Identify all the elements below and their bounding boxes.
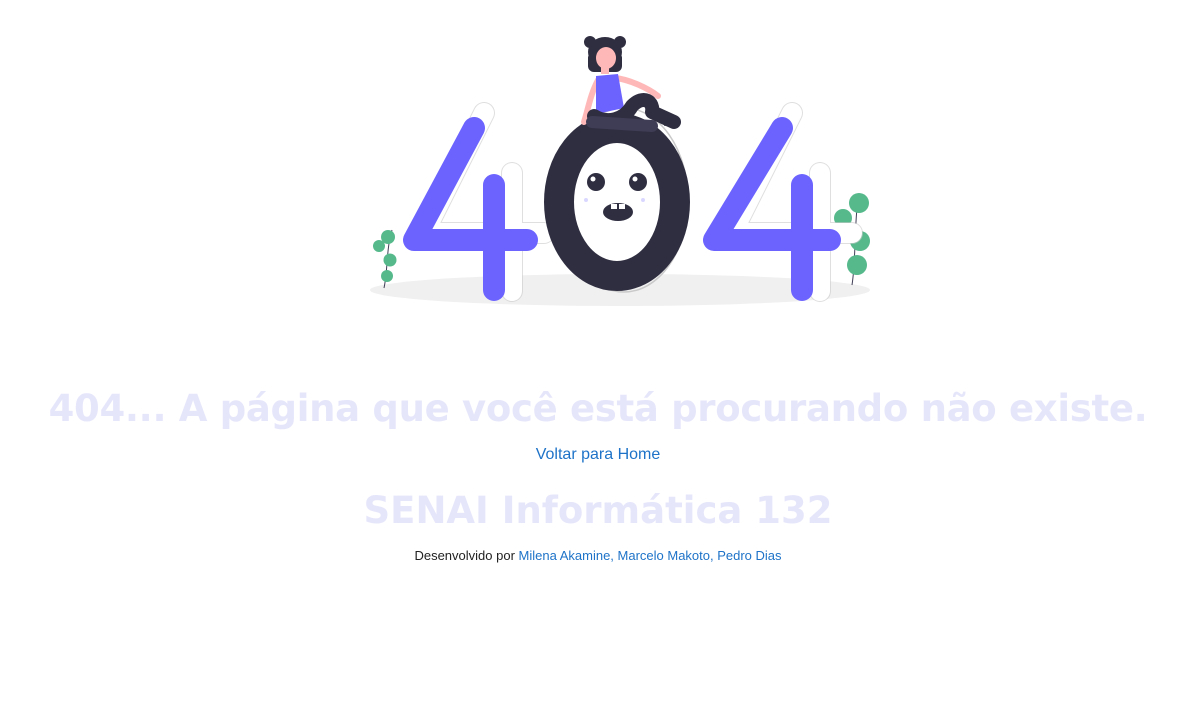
credits-prefix: Desenvolvido por — [414, 548, 515, 563]
home-link-container: Voltar para Home — [0, 445, 1196, 465]
left-plant-icon — [373, 229, 397, 289]
brand-title: SENAI Informática 132 — [363, 489, 833, 532]
page-title: 404... A página que você está procurando… — [48, 387, 1148, 430]
404-illustration — [370, 36, 870, 306]
credits: Desenvolvido por Milena Akamine, Marcelo… — [0, 548, 1196, 564]
back-to-home-link[interactable]: Voltar para Home — [536, 446, 661, 463]
not-found-page: 404... A página que você está procurando… — [0, 0, 1196, 703]
authors-link[interactable]: Milena Akamine, Marcelo Makoto, Pedro Di… — [519, 548, 782, 563]
digit-four-right — [703, 117, 841, 301]
sitting-person-icon — [581, 36, 681, 132]
